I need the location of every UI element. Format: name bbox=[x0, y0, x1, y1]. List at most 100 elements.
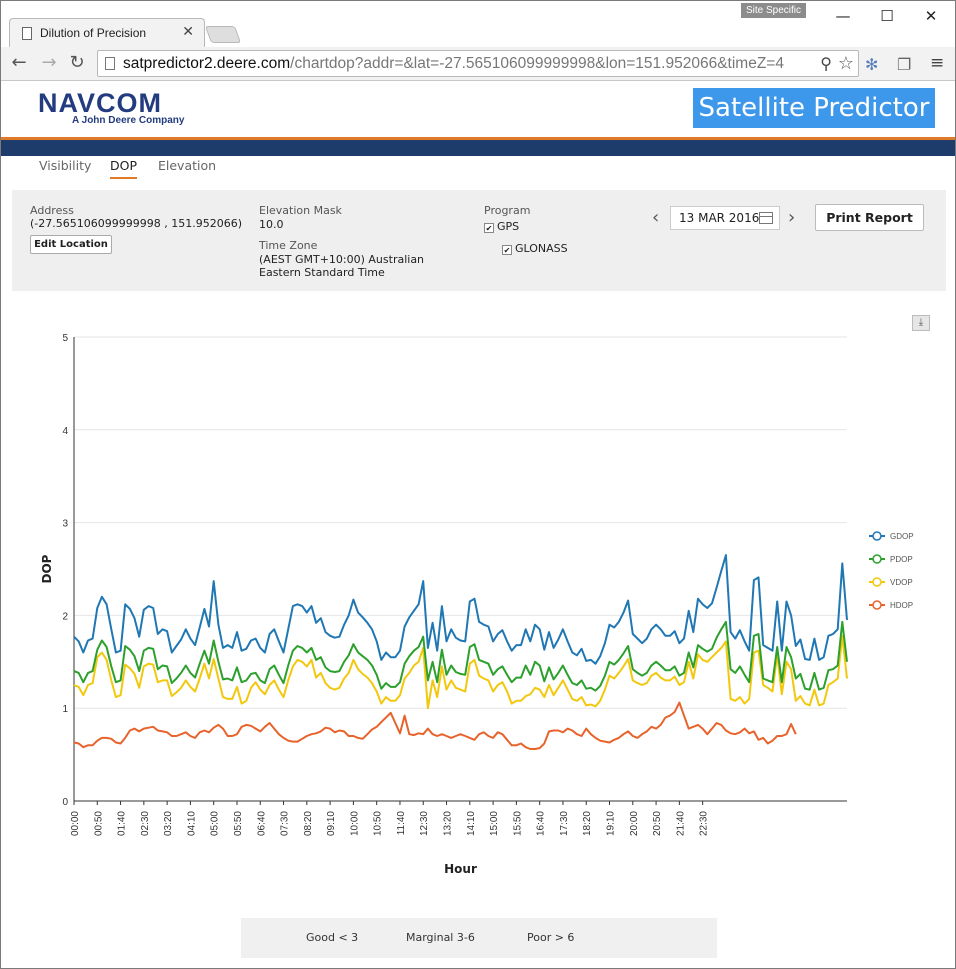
x-tick-label: 00:00 bbox=[70, 811, 81, 836]
reload-icon[interactable]: ↻ bbox=[65, 51, 89, 75]
gps-checkbox[interactable]: ✔ GPS bbox=[484, 220, 519, 233]
x-tick-label: 13:20 bbox=[443, 811, 454, 836]
maximize-button[interactable]: ☐ bbox=[867, 5, 907, 27]
dop-chart: 0 1 2 3 4 5 00:00 00:50 01:40 02:30 03:20 04:10 05:0… bbox=[1, 301, 955, 901]
legend-label-hdop: HDOP bbox=[890, 601, 913, 610]
tab-title: Dilution of Precision bbox=[40, 26, 147, 40]
menu-icon[interactable]: ≡ bbox=[930, 53, 944, 73]
x-tick-label: 21:40 bbox=[675, 811, 686, 836]
y-axis-label: DOP bbox=[40, 554, 54, 583]
date-picker[interactable]: 13 MAR 2016 bbox=[670, 206, 780, 230]
x-tick-label: 10:50 bbox=[373, 811, 384, 836]
forward-icon[interactable]: → bbox=[37, 51, 61, 75]
page-icon bbox=[22, 27, 32, 40]
legend-marker-pdop bbox=[872, 554, 882, 564]
y-tick-label: 5 bbox=[62, 333, 68, 344]
x-tick-label: 14:10 bbox=[466, 811, 477, 836]
legend-label-pdop: PDOP bbox=[890, 555, 913, 564]
x-tick-label: 08:20 bbox=[303, 811, 314, 836]
print-report-button[interactable]: Print Report bbox=[815, 204, 924, 231]
y-tick-label: 1 bbox=[62, 704, 68, 715]
x-tick-label: 01:40 bbox=[117, 811, 128, 836]
y-tick-label: 0 bbox=[62, 797, 68, 808]
x-tick-label: 20:00 bbox=[629, 811, 640, 836]
address-bar[interactable]: satpredictor2.deere.com/chartdop?addr=&l… bbox=[97, 50, 859, 77]
title-bar: Dilution of Precision ✕ Site Specific — … bbox=[1, 1, 955, 47]
x-tick-label: 15:00 bbox=[489, 811, 500, 836]
x-tick-label: 05:00 bbox=[210, 811, 221, 836]
x-tick-label: 07:30 bbox=[280, 811, 291, 836]
x-axis-label: Hour bbox=[444, 862, 477, 876]
new-tab-button[interactable] bbox=[204, 26, 242, 43]
glonass-checkbox[interactable]: ✔ GLONASS bbox=[502, 242, 568, 255]
app-title: Satellite Predictor bbox=[693, 88, 935, 128]
x-tick-label: 22:30 bbox=[699, 811, 710, 836]
quality-good: Good < 3 bbox=[306, 931, 359, 944]
program-label: Program bbox=[484, 204, 531, 217]
x-tick-label: 16:40 bbox=[536, 811, 547, 836]
dop-chart-svg: 0 1 2 3 4 5 00:00 00:50 01:40 02:30 03:20 04:10 05:0… bbox=[40, 333, 914, 876]
x-tick-label: 19:10 bbox=[606, 811, 617, 836]
series-line-gdop bbox=[73, 554, 848, 665]
y-tick-label: 3 bbox=[62, 519, 68, 530]
prev-date-icon[interactable]: ‹ bbox=[652, 207, 659, 228]
star-icon[interactable]: ☆ bbox=[838, 53, 854, 74]
minimize-button[interactable]: — bbox=[823, 5, 863, 27]
x-tick-label: 15:50 bbox=[512, 811, 523, 836]
url-text[interactable]: satpredictor2.deere.com/chartdop?addr=&l… bbox=[123, 55, 813, 73]
export-icon[interactable]: ⤓ bbox=[912, 315, 930, 331]
legend-label-gdop: GDOP bbox=[890, 532, 914, 541]
x-tick-label: 12:30 bbox=[419, 811, 430, 836]
header-band bbox=[1, 140, 955, 156]
x-tick-label: 18:20 bbox=[582, 811, 593, 836]
tab-close-icon[interactable]: ✕ bbox=[182, 24, 194, 40]
settings-panel: Address (-27.565106099999998 , 151.95206… bbox=[12, 190, 946, 291]
legend-label-vdop: VDOP bbox=[890, 578, 913, 587]
legend-marker-hdop bbox=[872, 600, 882, 610]
site-specific-badge: Site Specific bbox=[741, 3, 807, 18]
series-line-hdop bbox=[73, 701, 797, 750]
page-icon bbox=[105, 57, 115, 70]
x-tick-label: 09:10 bbox=[326, 811, 337, 836]
x-tick-label: 06:40 bbox=[256, 811, 267, 836]
timezone-label: Time Zone bbox=[259, 239, 318, 252]
x-tick-label: 00:50 bbox=[93, 811, 104, 836]
elevation-label: Elevation Mask bbox=[259, 204, 342, 217]
quality-poor: Poor > 6 bbox=[527, 931, 575, 944]
window-close-button[interactable]: ✕ bbox=[911, 5, 951, 27]
y-tick-label: 4 bbox=[62, 426, 68, 437]
back-icon[interactable]: ← bbox=[7, 51, 31, 75]
extension-icon[interactable]: ✻ bbox=[865, 55, 878, 74]
navcom-logo[interactable]: NAVCOM A John Deere Company bbox=[38, 90, 184, 127]
x-tick-label: 10:00 bbox=[349, 811, 360, 836]
quality-legend: Good < 3 Marginal 3-6 Poor > 6 bbox=[241, 918, 717, 958]
nav-tabs: Visibility DOP Elevation bbox=[1, 156, 955, 188]
legend-marker-vdop bbox=[872, 577, 882, 587]
x-tick-label: 04:10 bbox=[186, 811, 197, 836]
tab-dop[interactable]: DOP bbox=[110, 158, 138, 179]
legend-marker-gdop bbox=[872, 531, 882, 541]
x-tick-label: 11:40 bbox=[396, 811, 407, 836]
y-tick-label: 2 bbox=[62, 611, 68, 622]
browser-window: Dilution of Precision ✕ Site Specific — … bbox=[0, 0, 956, 969]
x-tick-label: 02:30 bbox=[140, 811, 151, 836]
x-tick-label: 03:20 bbox=[163, 811, 174, 836]
x-tick-label: 05:50 bbox=[233, 811, 244, 836]
browser-tab[interactable]: Dilution of Precision ✕ bbox=[9, 18, 205, 47]
copy-icon[interactable]: ❐ bbox=[897, 55, 911, 74]
quality-marginal: Marginal 3-6 bbox=[406, 931, 475, 944]
tab-elevation[interactable]: Elevation bbox=[158, 158, 216, 177]
page-header: NAVCOM A John Deere Company Satellite Pr… bbox=[1, 81, 955, 138]
timezone-value: (AEST GMT+10:00) Australian Eastern Stan… bbox=[259, 253, 425, 279]
calendar-icon[interactable] bbox=[759, 212, 773, 224]
x-tick-label: 17:30 bbox=[559, 811, 570, 836]
x-tick-label: 20:50 bbox=[652, 811, 663, 836]
address-label: Address bbox=[30, 204, 74, 217]
tab-visibility[interactable]: Visibility bbox=[39, 158, 91, 177]
elevation-value: 10.0 bbox=[259, 218, 284, 231]
zoom-icon[interactable]: ⚲ bbox=[820, 54, 832, 73]
address-value: (-27.565106099999998 , 151.952066) bbox=[30, 217, 242, 230]
browser-toolbar: ← → ↻ satpredictor2.deere.com/chartdop?a… bbox=[1, 47, 955, 81]
edit-location-button[interactable]: Edit Location bbox=[30, 235, 112, 254]
next-date-icon[interactable]: › bbox=[788, 207, 795, 228]
